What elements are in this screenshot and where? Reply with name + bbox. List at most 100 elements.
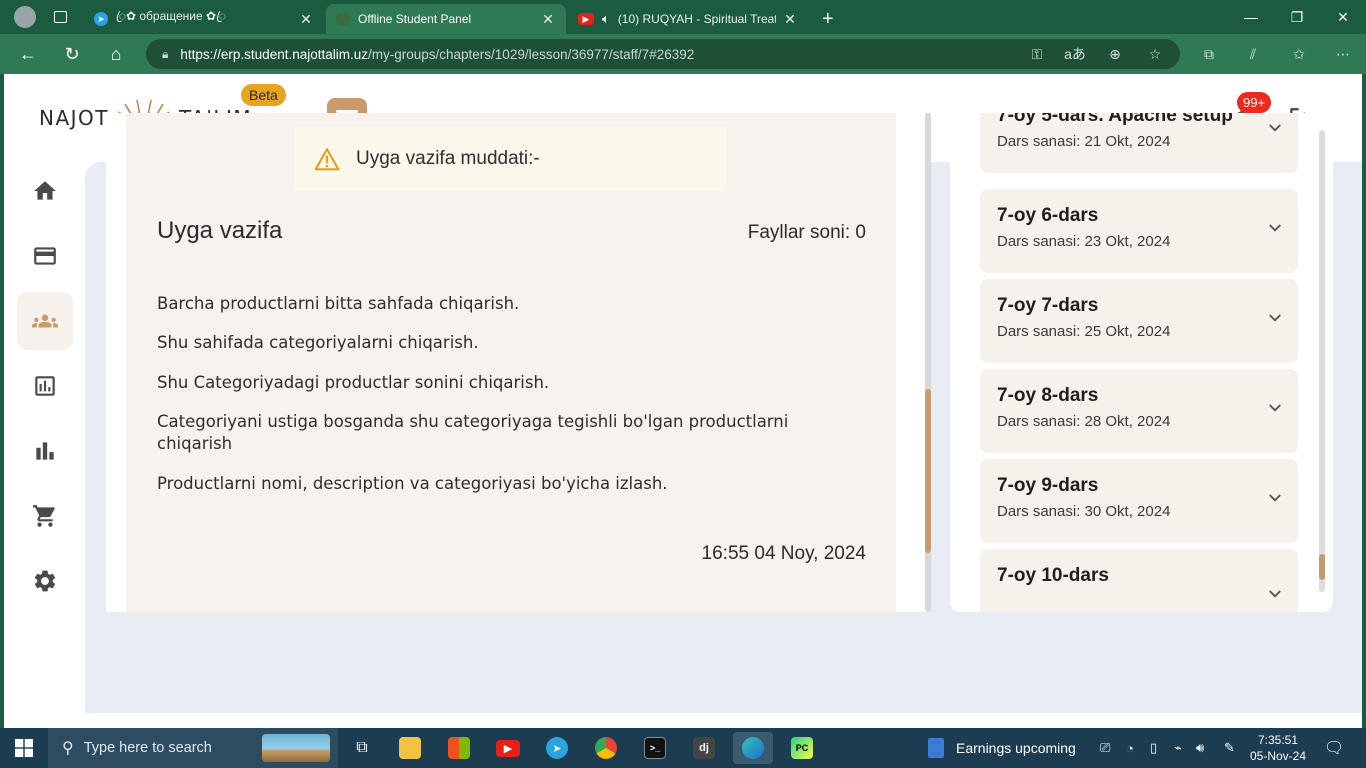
tray-pen[interactable]: ✎ xyxy=(1224,728,1235,768)
sidebar-item-reports[interactable] xyxy=(17,357,73,415)
taskbar: ⚲ Type here to search ⧉ ▶ ➤ >_ dj PC Ear… xyxy=(0,728,1366,768)
tray-icon-4[interactable]: ⌁ xyxy=(1174,728,1182,768)
speaker-icon[interactable]: 🔈︎ xyxy=(602,11,610,27)
logo-text-left: NAJOT xyxy=(39,106,109,130)
sidebar-item-payments[interactable] xyxy=(17,227,73,285)
back-button[interactable]: ← xyxy=(14,40,42,68)
close-tab-icon[interactable]: ✕ xyxy=(298,11,314,28)
close-tab-icon[interactable]: ✕ xyxy=(782,11,798,28)
minimize-button[interactable]: — xyxy=(1228,0,1274,34)
notifications-button[interactable]: 🗨︎ xyxy=(1324,728,1344,768)
tab-youtube[interactable]: ▶ 🔈︎ (10) RUQYAH - Spiritual Treat ✕ xyxy=(568,4,808,34)
django-icon: dj xyxy=(693,737,715,759)
lesson-item[interactable]: 7-oy 7-dars Dars sanasi: 25 Okt, 2024 xyxy=(980,279,1298,363)
tray-icon-2[interactable]: ◔ xyxy=(1126,728,1134,768)
pycharm-button[interactable]: PC xyxy=(782,732,822,764)
lesson-item[interactable]: 7-oy 5-dars. Apache setup Dars sanasi: 2… xyxy=(980,113,1298,173)
sidebar xyxy=(4,162,86,728)
clock-date: 05-Nov-24 xyxy=(1249,749,1307,763)
split-screen-icon[interactable]: ⫽ xyxy=(1240,39,1266,69)
new-tab-button[interactable]: + xyxy=(812,4,842,34)
tab-offline-student-panel[interactable]: Offline Student Panel ✕ xyxy=(326,4,566,34)
tab-actions-button[interactable] xyxy=(44,2,80,32)
restore-button[interactable]: ❐ xyxy=(1274,0,1320,34)
lessons-scrollbar[interactable] xyxy=(1319,130,1325,592)
home-button[interactable]: ⌂ xyxy=(102,40,130,68)
django-button[interactable]: dj xyxy=(684,732,724,764)
plug-icon: ⌁ xyxy=(1174,740,1182,755)
chevron-down-icon xyxy=(1269,404,1281,412)
lesson-item[interactable]: 7-oy 9-dars Dars sanasi: 30 Okt, 2024 xyxy=(980,459,1298,543)
start-button[interactable] xyxy=(0,728,48,768)
scrollbar-thumb[interactable] xyxy=(925,389,931,553)
close-tab-icon[interactable]: ✕ xyxy=(540,11,556,28)
tray-volume[interactable]: 🔊︎ xyxy=(1196,728,1204,768)
sidebar-item-settings[interactable] xyxy=(17,552,73,610)
url-host: https://erp.student.najottalim.uz xyxy=(180,46,368,62)
sidebar-item-home[interactable] xyxy=(17,162,73,220)
chevron-down-icon xyxy=(1269,224,1281,232)
search-placeholder: Type here to search xyxy=(83,740,212,756)
lesson-name: 7-oy 10-dars xyxy=(997,565,1109,586)
news-widget[interactable]: Earnings upcoming xyxy=(928,728,1076,768)
task-view-button[interactable]: ⧉ xyxy=(342,732,382,764)
chevron-down-icon xyxy=(1269,314,1281,322)
homework-title: Uyga vazifa xyxy=(157,217,283,244)
browser-tab-strip: ➤ ꦿ✿ обращение ✿ꦿ ✕ Offline Student Pane… xyxy=(0,0,1366,34)
groups-icon xyxy=(32,314,58,328)
task-item: Categoriyani ustiga bosganda shu categor… xyxy=(157,412,789,453)
clock[interactable]: 7:35:51 05-Nov-24 xyxy=(1240,732,1316,764)
taskbar-search[interactable]: ⚲ Type here to search xyxy=(48,728,338,768)
tab-telegram[interactable]: ➤ ꦿ✿ обращение ✿ꦿ ✕ xyxy=(84,4,324,34)
battery-icon: ▯ xyxy=(1150,740,1158,755)
refresh-icon: ↻ xyxy=(64,43,80,64)
sidebar-item-shop[interactable] xyxy=(17,487,73,545)
favorite-star-icon[interactable]: ☆ xyxy=(1142,39,1168,69)
lesson-item[interactable]: 7-oy 10-dars xyxy=(980,549,1298,612)
meet-icon: ⎚ xyxy=(1100,740,1111,755)
extensions-icon[interactable]: ⧉ xyxy=(1196,39,1222,69)
volume-icon: 🔊︎ xyxy=(1196,740,1205,755)
chevron-down-icon xyxy=(1269,590,1281,598)
homework-scrollbar[interactable] xyxy=(925,113,931,612)
chevron-down-icon xyxy=(1269,494,1281,502)
telegram-icon: ➤ xyxy=(546,737,568,759)
terminal-button[interactable]: >_ xyxy=(635,732,675,764)
telegram-button[interactable]: ➤ xyxy=(537,732,577,764)
youtube-button[interactable]: ▶ xyxy=(488,732,528,764)
refresh-button[interactable]: ↻ xyxy=(58,40,86,68)
key-icon[interactable]: ⚿ xyxy=(1024,39,1050,69)
close-icon: ✕ xyxy=(1337,8,1349,25)
bar-chart-icon xyxy=(36,442,54,460)
restore-icon: ❐ xyxy=(1290,8,1304,25)
tray-icon-3[interactable]: ▯ xyxy=(1150,728,1157,768)
lesson-name: 7-oy 5-dars. Apache setup xyxy=(997,113,1233,126)
read-aloud-icon[interactable]: aあ xyxy=(1062,39,1088,69)
sidebar-item-groups[interactable] xyxy=(17,292,73,350)
store-button[interactable] xyxy=(439,732,479,764)
search-highlight-image xyxy=(262,734,330,762)
lesson-item[interactable]: 7-oy 6-dars Dars sanasi: 23 Okt, 2024 xyxy=(980,189,1298,273)
plus-icon: + xyxy=(822,7,834,30)
tray-icon-1[interactable]: ⎚ xyxy=(1100,728,1110,768)
files-count: Fayllar soni: 0 xyxy=(747,222,866,243)
close-window-button[interactable]: ✕ xyxy=(1320,0,1366,34)
google-icon xyxy=(595,737,617,759)
lessons-list: 7-oy 5-dars. Apache setup Dars sanasi: 2… xyxy=(950,113,1333,612)
edge-button[interactable] xyxy=(733,732,773,764)
lesson-date: Dars sanasi: 28 Okt, 2024 xyxy=(997,413,1171,430)
zoom-icon[interactable]: ⊕ xyxy=(1102,39,1128,69)
chevron-down-icon xyxy=(1269,124,1281,132)
tab-actions-icon xyxy=(54,11,67,23)
favorites-icon[interactable]: ✩ xyxy=(1286,39,1312,69)
sidebar-item-statistics[interactable] xyxy=(17,422,73,480)
search-icon: ⚲ xyxy=(62,740,74,757)
tab-title: (10) RUQYAH - Spiritual Treat xyxy=(617,12,776,26)
file-explorer-button[interactable] xyxy=(390,732,430,764)
lesson-item[interactable]: 7-oy 8-dars Dars sanasi: 28 Okt, 2024 xyxy=(980,369,1298,453)
scrollbar-thumb[interactable] xyxy=(1319,554,1325,580)
chrome-button[interactable] xyxy=(586,732,626,764)
more-icon[interactable]: ⋯ xyxy=(1330,39,1356,69)
homework-datetime: 16:55 04 Noy, 2024 xyxy=(701,543,866,564)
profile-avatar[interactable] xyxy=(4,2,42,32)
